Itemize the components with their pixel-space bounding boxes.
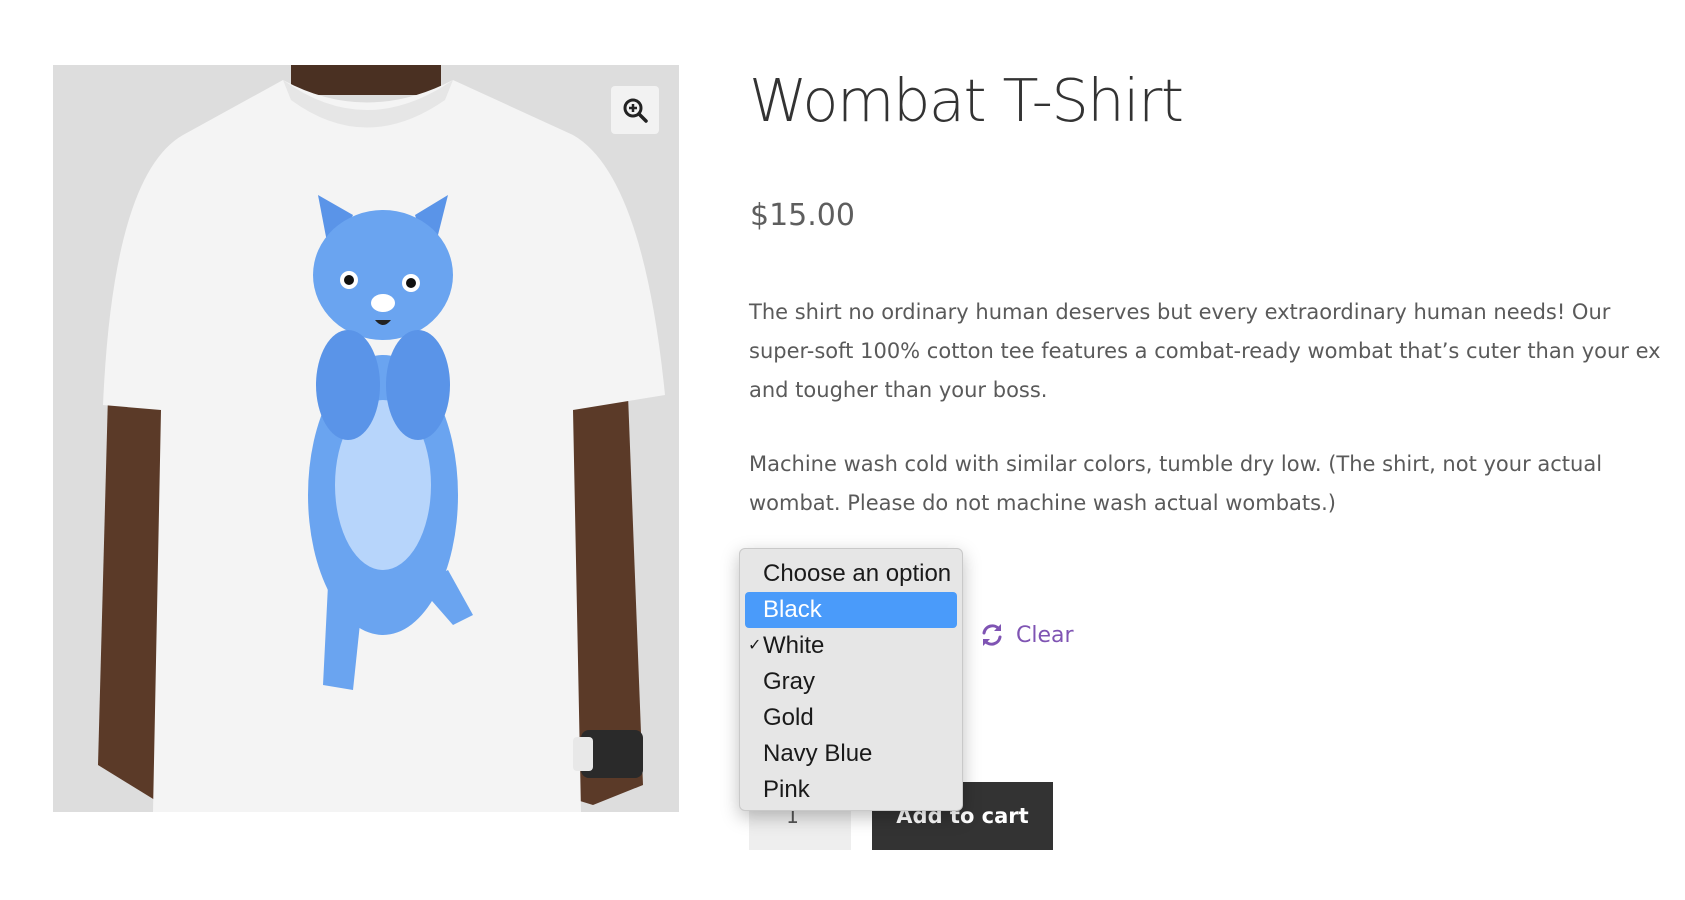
tshirt-photo — [53, 65, 679, 812]
wombat-graphic — [308, 195, 473, 690]
option-white[interactable]: ✓ White — [745, 628, 957, 664]
option-black[interactable]: Black — [745, 592, 957, 628]
zoom-button[interactable] — [611, 86, 659, 134]
refresh-icon — [982, 624, 1002, 646]
product-price: $15.00 — [750, 198, 855, 233]
clear-label: Clear — [1016, 622, 1074, 648]
option-choose[interactable]: Choose an option — [745, 556, 957, 592]
option-navy-blue[interactable]: Navy Blue — [745, 736, 957, 772]
product-description: The shirt no ordinary human deserves but… — [749, 300, 1661, 402]
product-title: Wombat T-Shirt — [749, 66, 1184, 135]
product-care-note: Machine wash cold with similar colors, t… — [749, 452, 1603, 515]
checkmark-icon: ✓ — [748, 637, 762, 654]
color-select-dropdown[interactable]: Choose an option Black ✓ White Gray Gold … — [739, 548, 963, 811]
clear-link[interactable]: Clear — [979, 622, 1074, 648]
option-gold[interactable]: Gold — [745, 700, 957, 736]
product-image[interactable] — [53, 65, 679, 812]
magnifier-plus-icon — [623, 98, 648, 123]
option-pink[interactable]: Pink — [745, 772, 957, 808]
option-gray[interactable]: Gray — [745, 664, 957, 700]
